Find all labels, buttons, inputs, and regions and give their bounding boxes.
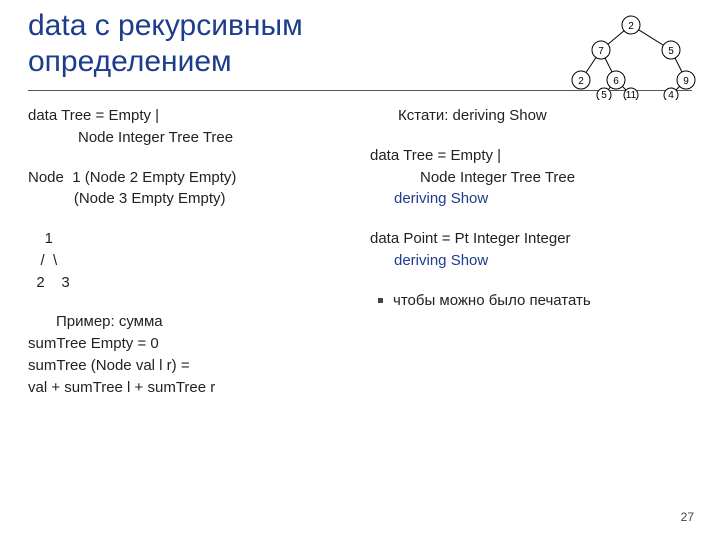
deriving-show-2: deriving Show	[394, 250, 692, 272]
svg-text:6: 6	[613, 76, 619, 87]
ascii-tree: 1 / \ 2 3	[28, 228, 350, 293]
code-point-def: data Point = Pt Integer Integer	[370, 228, 692, 250]
right-column: Кстати: deriving Show data Tree = Empty …	[370, 105, 692, 398]
svg-text:5: 5	[668, 46, 674, 57]
example-heading: Пример: сумма	[36, 311, 350, 333]
sumtree-line2: sumTree (Node val l r) =	[28, 355, 350, 377]
bullet-deriving: Кстати: deriving Show	[378, 105, 692, 127]
svg-text:7: 7	[598, 46, 604, 57]
code-tree-def-2: data Tree = Empty | Node Integer Tree Tr…	[370, 145, 692, 189]
svg-text:2: 2	[578, 76, 584, 87]
svg-text:9: 9	[683, 76, 689, 87]
bullet-text: чтобы можно было печатать	[393, 290, 591, 312]
svg-text:11: 11	[626, 90, 637, 100]
code-tree-def: data Tree = Empty | Node Integer Tree Tr…	[28, 105, 350, 149]
svg-text:4: 4	[668, 90, 674, 100]
deriving-show-1: deriving Show	[394, 188, 692, 210]
sumtree-line3: val + sumTree l + sumTree r	[28, 377, 350, 399]
tree-diagram: 2 7 5 2 6 9 5 11 4	[556, 10, 706, 100]
bullet-text: Кстати: deriving Show	[398, 105, 547, 127]
page-title: data с рекурсивным определением	[28, 8, 448, 80]
sumtree-line1: sumTree Empty = 0	[28, 333, 350, 355]
left-column: data Tree = Empty | Node Integer Tree Tr…	[28, 105, 350, 398]
example-label: Пример: сумма	[56, 311, 163, 333]
code-node-example: Node 1 (Node 2 Empty Empty) (Node 3 Empt…	[28, 167, 350, 211]
page-number: 27	[681, 510, 694, 524]
svg-text:5: 5	[601, 90, 607, 100]
bullet-print: чтобы можно было печатать	[378, 290, 692, 312]
square-bullet-icon	[378, 298, 383, 303]
svg-text:2: 2	[628, 21, 634, 32]
